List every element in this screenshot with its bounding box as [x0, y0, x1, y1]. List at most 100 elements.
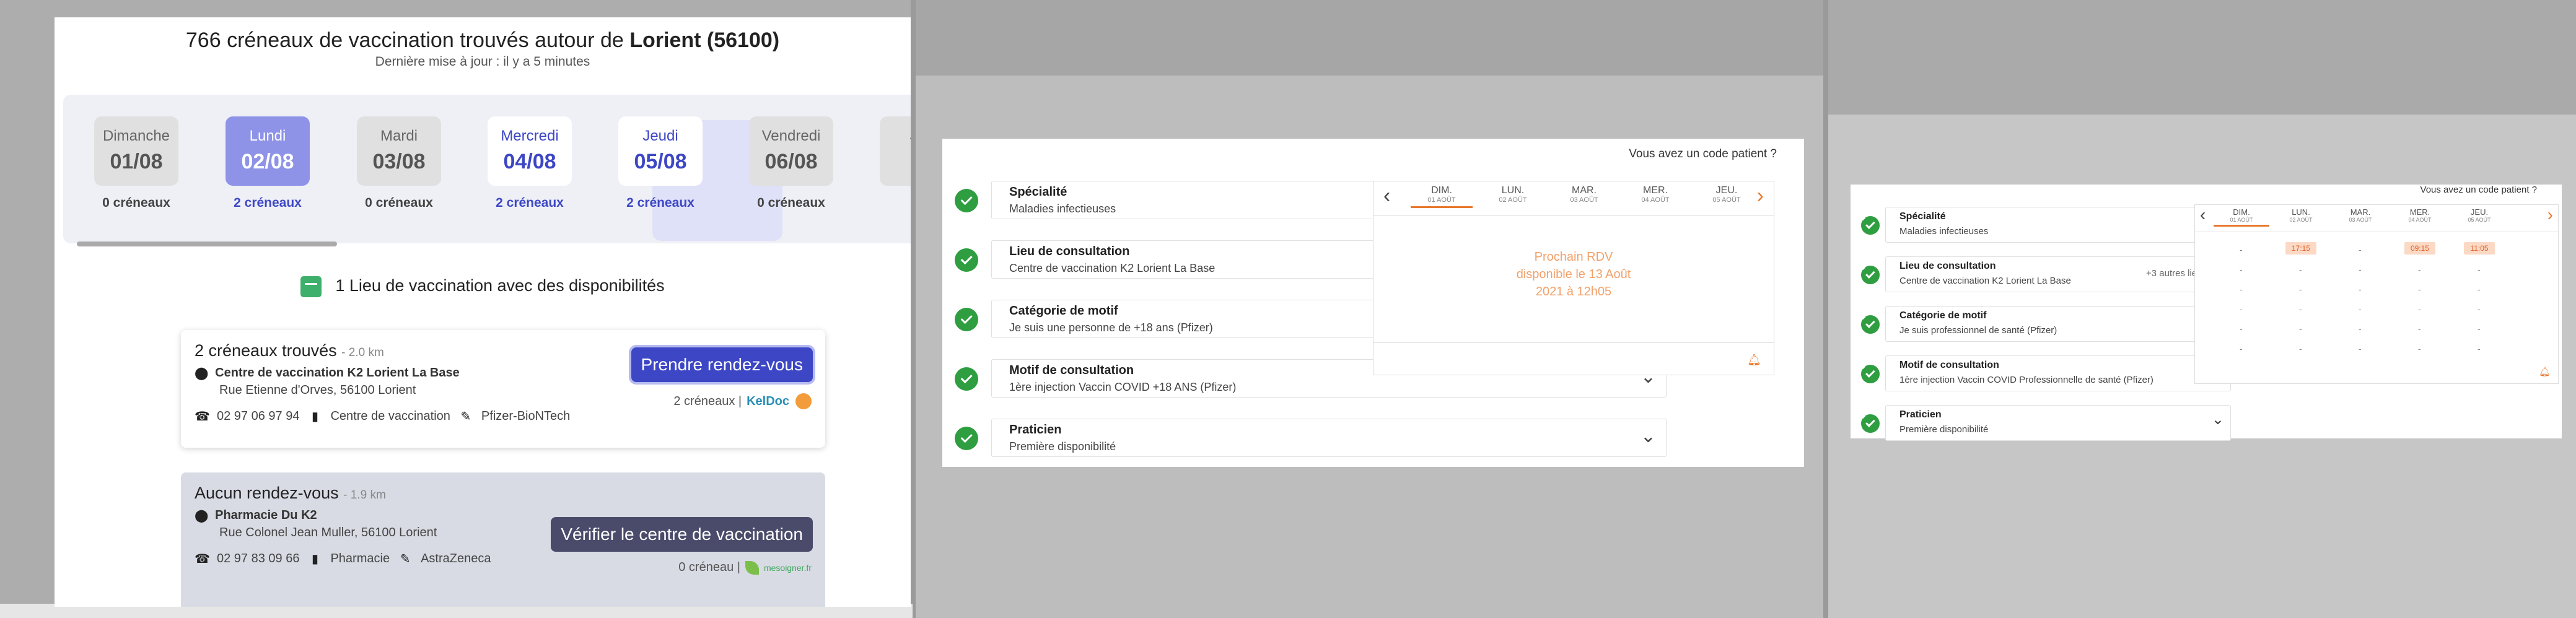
no-slot-dash: - [2240, 324, 2243, 334]
mesoigner-leaf-icon [745, 560, 759, 575]
location-pin-icon: ⬤ [195, 367, 209, 380]
select-praticien[interactable]: Praticien Première disponibilité ⌄ [955, 419, 1667, 457]
phone-number[interactable]: 02 97 83 09 66 [217, 552, 299, 566]
patient-code-link[interactable]: Vous avez un code patient ? [1629, 147, 1777, 161]
day-card-6[interactable]: Jou cré [880, 116, 911, 211]
chevron-left-icon[interactable]: ‹ [2200, 205, 2206, 225]
center-type: Centre de vaccination [330, 409, 450, 423]
results-title: 766 créneaux de vaccination trouvés auto… [185, 28, 780, 52]
time-slot[interactable]: 09:15 [2404, 242, 2435, 255]
field-value: 1ère injection Vaccin COVID Professionne… [1899, 375, 2153, 385]
calendar-day-3: MER. 04 AOÛT [1624, 185, 1686, 204]
day-abbr: MER. [2409, 207, 2430, 217]
no-slot-dash: - [2299, 344, 2302, 354]
day-slot-count: 2 créneaux [626, 196, 694, 210]
patient-code-link[interactable]: Vous avez un code patient ? [2420, 185, 2537, 195]
field-label: Lieu de consultation [1009, 245, 1130, 258]
check-center-button[interactable]: Vérifier le centre de vaccination [551, 517, 813, 552]
keldoc-logo: KelDoc [747, 394, 789, 408]
field-label: Motif de consultation [1899, 360, 1999, 370]
chevron-left-icon[interactable]: ‹ [1383, 184, 1390, 208]
select-cat-gorie-de-motif[interactable]: Catégorie de motif Je suis professionnel … [1861, 306, 2231, 342]
chevron-right-icon[interactable]: › [2548, 205, 2553, 225]
day-date: 02/08 [241, 150, 294, 173]
day-date: 06/08 [764, 150, 818, 173]
book-appointment-button[interactable]: Prendre rendez-vous [631, 347, 813, 382]
day-name: Vendredi [761, 128, 821, 144]
distance: - 2.0 km [341, 346, 384, 359]
day-slot-count: 2 créneaux [496, 196, 564, 210]
field-label: Catégorie de motif [1009, 304, 1118, 318]
no-slot-dash: - [2477, 344, 2481, 354]
calendar-icon [300, 276, 322, 297]
chevron-down-icon: ⌄ [1640, 426, 1656, 446]
day-abbr: JEU. [1715, 185, 1738, 196]
last-update: Dernière mise à jour : il y a 5 minutes [375, 54, 590, 69]
phone-number[interactable]: 02 97 06 97 94 [217, 409, 299, 424]
field-label: Catégorie de motif [1899, 310, 1987, 321]
keldoc-booking-panel-2: Vous avez un code patient ? Spécialité Ma… [1851, 185, 2562, 441]
distance: - 1.9 km [343, 489, 386, 502]
days-scrollbar[interactable] [77, 242, 895, 246]
select-sp-cialit-[interactable]: SpécialitéMaladies infectieuses⌄ [1861, 207, 2231, 243]
day-card-0[interactable]: Dimanche 01/08 0 créneaux [94, 116, 178, 211]
calendar-day-1: LUN. 02 AOÛT [1482, 185, 1544, 204]
field-label: Praticien [1009, 423, 1062, 437]
no-slot-dash: - [2299, 304, 2302, 314]
check-icon [1861, 365, 1880, 383]
bell-icon[interactable]: 🔔︎ [1747, 354, 1761, 367]
check-icon [955, 189, 978, 212]
select-motif-de-consultation[interactable]: Motif de consultation 1ère injection Vacc… [1861, 355, 2231, 391]
day-card-4[interactable]: Jeudi 05/08 2 créneaux [618, 116, 703, 211]
card-title: 2 créneaux trouvés [195, 341, 337, 360]
chevron-down-icon: ⌄ [2211, 411, 2224, 428]
field-value: Centre de vaccination K2 Lorient La Base [1009, 262, 1216, 274]
day-card-2[interactable]: Mardi 03/08 0 créneaux [357, 116, 441, 211]
day-card-3[interactable]: Mercredi 04/08 2 créneaux [488, 116, 572, 211]
calendar-day-0: DIM. 01 AOÛT [1411, 185, 1473, 208]
window-2-top-area [913, 0, 1828, 76]
no-slot-dash: - [2359, 284, 2362, 294]
bell-icon[interactable]: 🔔︎ [2539, 366, 2551, 377]
select-lieu-de-consultation[interactable]: Lieu de consultation Centre de vaccinatio… [1861, 256, 2231, 292]
day-abbr: JEU. [2470, 207, 2489, 217]
no-slot-dash: - [2240, 284, 2243, 294]
window-divider [911, 0, 916, 618]
calendar-day-4: JEU. 05 AOÛT [2451, 207, 2507, 223]
center-type: Pharmacie [330, 552, 390, 565]
calendar-day-2: MAR. 03 AOÛT [2333, 207, 2388, 223]
time-slot[interactable]: 11:05 [2464, 242, 2495, 255]
building-icon: ▮ [311, 410, 318, 424]
day-card-1[interactable]: Lundi 02/08 2 créneaux [226, 116, 310, 211]
no-slot-dash: - [2299, 324, 2302, 334]
day-abbr: MAR. [2350, 207, 2371, 217]
no-slot-dash: - [2299, 264, 2302, 274]
center-name: Centre de vaccination K2 Lorient La Base [215, 366, 460, 380]
mesoigner-logo: mesoigner.fr [763, 562, 812, 573]
vitemadose-page: 766 créneaux de vaccination trouvés auto… [55, 17, 911, 607]
day-date: 01/08 [110, 150, 163, 173]
calendar-day-0: DIM. 01 AOÛT [2214, 207, 2269, 227]
card-title: Aucun rendez-vous [195, 484, 339, 502]
day-slot-count: 0 créneaux [365, 196, 433, 210]
no-slot-dash: - [2418, 264, 2421, 274]
day-date: 04 AOÛT [1641, 196, 1670, 204]
next-appointment-notice[interactable]: Prochain RDV disponible le 13 Août 2021 à … [1373, 248, 1774, 300]
no-slot-dash: - [2359, 344, 2362, 354]
field-label: Spécialité [1899, 211, 1946, 222]
time-slot[interactable]: 17:15 [2285, 242, 2316, 255]
chevron-right-icon[interactable]: › [1757, 184, 1764, 208]
field-value: Je suis professionnel de santé (Pfizer) [1899, 325, 2057, 336]
calendar-day-3: MER. 04 AOÛT [2392, 207, 2448, 223]
field-value: 1ère injection Vaccin COVID +18 ANS (Pfi… [1009, 381, 1237, 393]
day-date: 03 AOÛT [2349, 217, 2372, 223]
select-praticien[interactable]: Praticien Première disponibilité ⌄ [1861, 405, 2231, 441]
day-name: Jou [880, 128, 911, 145]
day-card-5[interactable]: Vendredi 06/08 0 créneaux [749, 116, 833, 211]
day-date: 02 AOÛT [2289, 217, 2313, 223]
day-date: 02 AOÛT [1499, 196, 1527, 204]
syringe-icon: ✎ [400, 552, 411, 566]
day-date: 04/08 [503, 150, 556, 173]
day-date: 03/08 [372, 150, 426, 173]
day-abbr: DIM. [2233, 207, 2250, 217]
